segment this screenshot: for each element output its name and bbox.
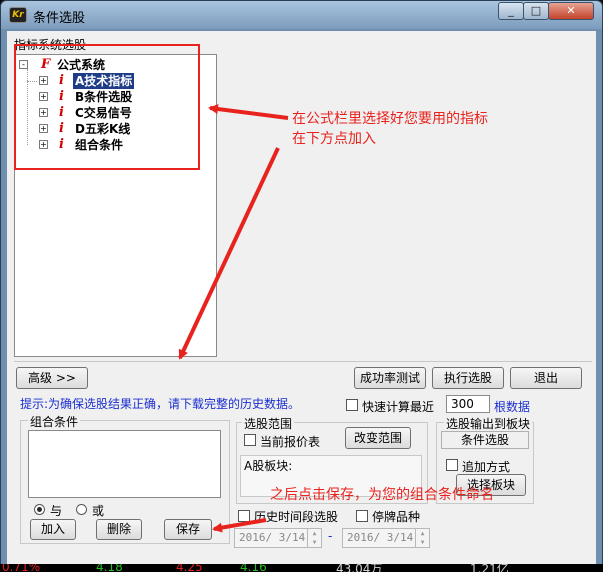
annotation-arrows [178,104,289,533]
ticker-value: 0.71% [2,564,41,572]
arrow-to-save-icon [212,518,267,533]
ticker-value: 1.21亿 [470,564,509,572]
ticker-value: 4.25 [176,564,203,572]
arrow-to-advanced-icon [178,147,280,360]
ticker-value: 4.18 [96,564,123,572]
ticker-value: 4.16 [240,564,267,572]
arrow-to-tree-icon [208,104,289,120]
quote-ticker-strip: 0.71% 4.18 4.25 4.16 43.04万 1.21亿 [0,564,603,572]
ticker-value: 43.04万 [336,564,383,572]
